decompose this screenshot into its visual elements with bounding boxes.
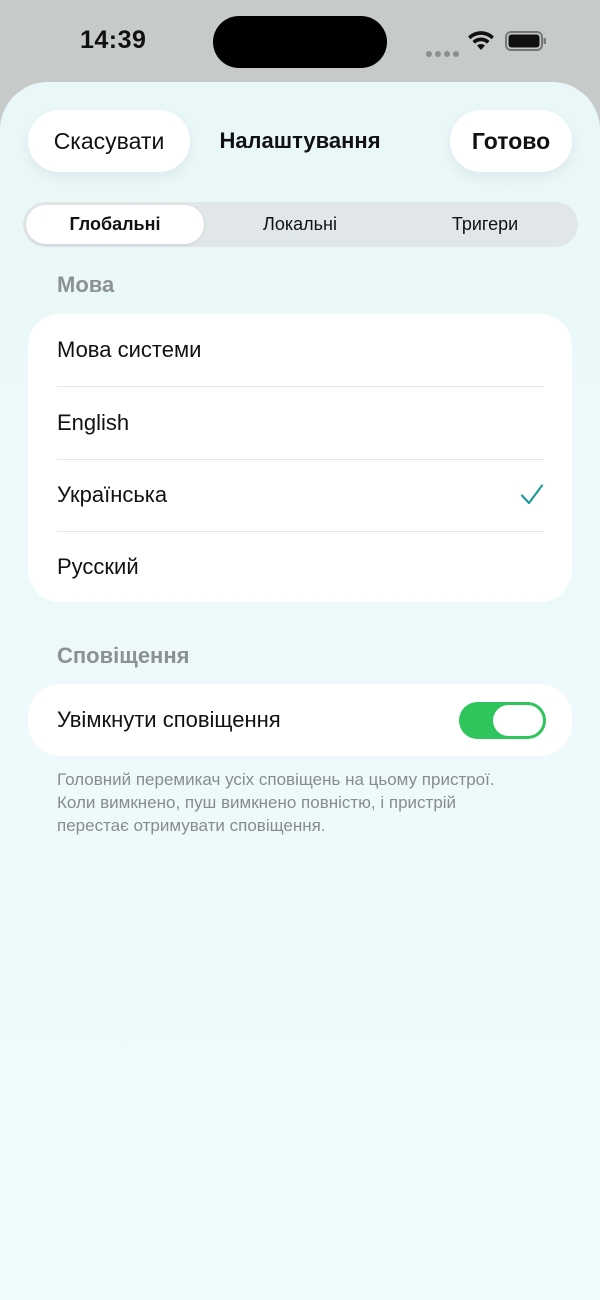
page-title: Налаштування — [219, 128, 381, 153]
settings-sheet: Скасувати Налаштування Готово Глобальні … — [0, 82, 600, 1300]
notifications-footer-note: Головний перемикач усіх сповіщень на цьо… — [57, 770, 495, 835]
notifications-section-header: Сповіщення — [57, 643, 190, 668]
language-option-label: Мова системи — [57, 337, 202, 362]
language-section-header: Мова — [57, 272, 115, 297]
cancel-button[interactable]: Скасувати — [28, 110, 190, 172]
language-list: Мова системи English Українська Русский — [28, 314, 572, 602]
battery-icon — [505, 31, 546, 51]
language-option-label: Українська — [57, 482, 168, 507]
checkmark-icon — [520, 484, 544, 505]
language-option-english[interactable]: English — [57, 387, 544, 459]
notifications-card: Увімкнути сповіщення — [28, 684, 572, 756]
notifications-toggle-label: Увімкнути сповіщення — [57, 707, 281, 732]
status-time: 14:39 — [80, 26, 147, 54]
tab-local[interactable]: Локальні — [211, 205, 389, 244]
tab-global[interactable]: Глобальні — [26, 205, 204, 244]
status-bar: 14:39 — [0, 0, 600, 84]
segmented-control: Глобальні Локальні Тригери — [23, 202, 578, 247]
language-option-ukrainian[interactable]: Українська — [57, 459, 544, 531]
dynamic-island — [213, 16, 387, 68]
done-button[interactable]: Готово — [450, 110, 572, 172]
notifications-toggle[interactable] — [459, 702, 546, 739]
language-option-label: Русский — [57, 554, 139, 579]
wifi-icon — [468, 31, 494, 50]
tab-triggers[interactable]: Тригери — [396, 205, 574, 244]
language-option-label: English — [57, 410, 130, 435]
language-option-system[interactable]: Мова системи — [57, 314, 544, 386]
cellular-signal-icon — [426, 44, 462, 62]
language-option-russian[interactable]: Русский — [57, 531, 544, 603]
toggle-knob — [493, 705, 543, 736]
